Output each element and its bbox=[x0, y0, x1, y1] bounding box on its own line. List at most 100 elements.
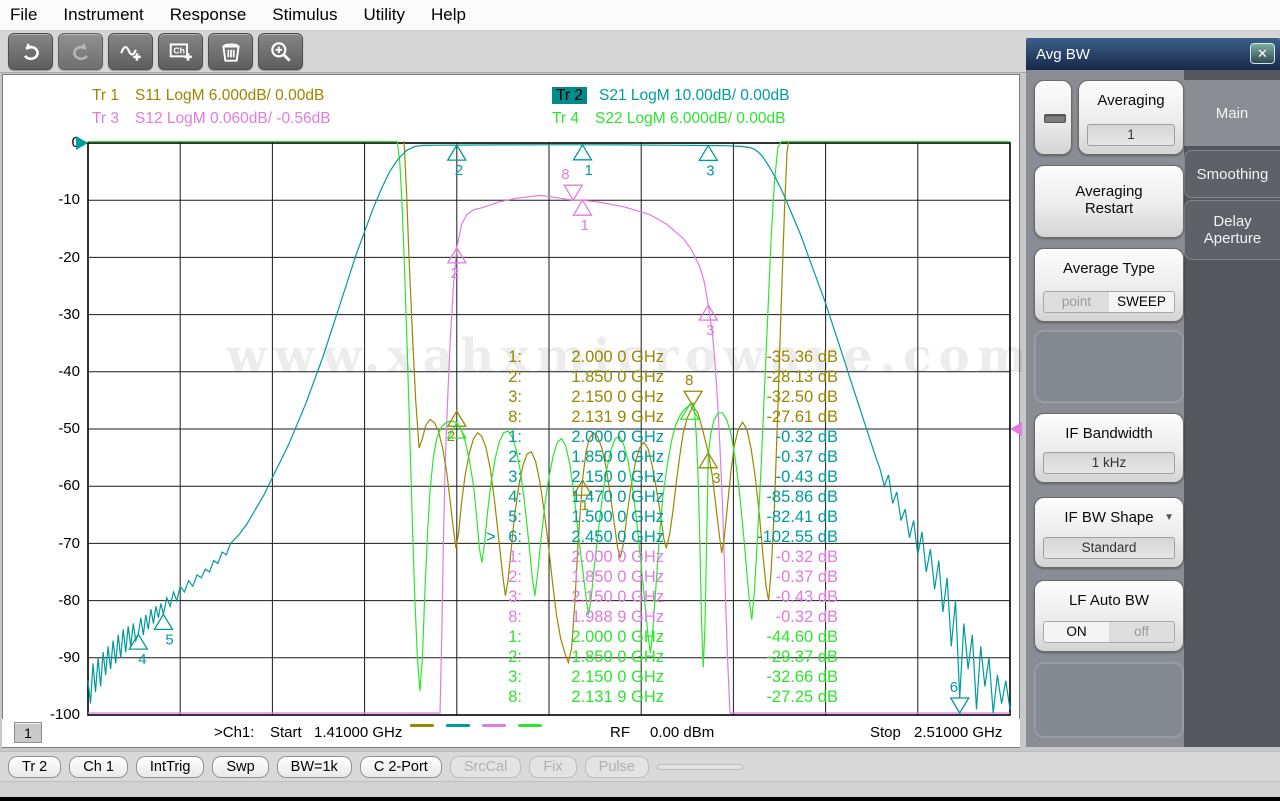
menu-help[interactable]: Help bbox=[431, 5, 466, 25]
lf-auto-bw-on-option[interactable]: ON bbox=[1044, 622, 1109, 642]
tab-smoothing[interactable]: Smoothing bbox=[1184, 150, 1280, 198]
y-axis-tick: -70 bbox=[36, 535, 80, 552]
zoom-icon bbox=[268, 39, 294, 65]
add-channel-icon: Ch bbox=[168, 39, 194, 65]
redo-icon bbox=[68, 39, 94, 65]
menu-stimulus[interactable]: Stimulus bbox=[272, 5, 337, 25]
y-axis-tick: -50 bbox=[36, 420, 80, 437]
stop-value[interactable]: 2.51000 GHz bbox=[914, 724, 1002, 741]
if-bw-shape-value[interactable]: Standard bbox=[1043, 537, 1175, 559]
trace3-reference-indicator-icon[interactable] bbox=[1010, 422, 1022, 436]
trace2-active-badge: Tr 2 bbox=[552, 87, 587, 104]
channel-bar: 1 >Ch1: Start 1.41000 GHz RF 0.00 dBm St… bbox=[2, 719, 1020, 747]
panel-tab-column: Main Smoothing Delay Aperture bbox=[1184, 70, 1280, 747]
delete-button[interactable] bbox=[208, 33, 253, 70]
status-trigger[interactable]: IntTrig bbox=[136, 756, 205, 778]
status-pulse: Pulse bbox=[585, 756, 649, 778]
status-sweep[interactable]: Swp bbox=[212, 756, 268, 778]
channel-number-button[interactable]: 1 bbox=[14, 722, 42, 743]
y-axis-tick: -40 bbox=[36, 363, 80, 380]
averaging-toggle-button[interactable] bbox=[1034, 80, 1072, 155]
add-channel-button[interactable]: Ch bbox=[158, 33, 203, 70]
if-bandwidth-label: IF Bandwidth bbox=[1035, 414, 1183, 442]
bottom-edge bbox=[0, 797, 1280, 801]
trace3-label: Tr 3 bbox=[92, 110, 119, 127]
trace4-header[interactable]: Tr 4 S22 LogM 6.000dB/ 0.00dB bbox=[552, 110, 785, 128]
lf-auto-bw-off-option[interactable]: off bbox=[1109, 622, 1174, 642]
trace1-color-swatch bbox=[410, 724, 434, 727]
add-trace-button[interactable] bbox=[108, 33, 153, 70]
trace1-label: Tr 1 bbox=[92, 87, 119, 104]
averaging-restart-button[interactable]: Averaging Restart bbox=[1034, 165, 1184, 238]
channel-prefix: >Ch1: bbox=[214, 724, 254, 741]
vna-application-window: File Instrument Response Stimulus Utilit… bbox=[0, 0, 1280, 801]
plot-area bbox=[2, 74, 1020, 748]
trace2-header[interactable]: Tr 2 S21 LogM 10.00dB/ 0.00dB bbox=[552, 87, 789, 105]
averaging-restart-label: Averaging Restart bbox=[1059, 166, 1159, 217]
toggle-slot-icon bbox=[1044, 114, 1066, 123]
blank-button-2 bbox=[1034, 662, 1184, 738]
rf-value[interactable]: 0.00 dBm bbox=[650, 724, 714, 741]
start-value[interactable]: 1.41000 GHz bbox=[314, 724, 402, 741]
averaging-value[interactable]: 1 bbox=[1087, 124, 1175, 146]
undo-icon bbox=[18, 39, 44, 65]
y-axis-tick: 0 bbox=[36, 134, 80, 151]
panel-close-button[interactable]: ✕ bbox=[1250, 43, 1275, 64]
if-bandwidth-value[interactable]: 1 kHz bbox=[1043, 452, 1175, 474]
trace4-detail: S22 LogM 6.000dB/ 0.00dB bbox=[595, 110, 785, 127]
menu-instrument[interactable]: Instrument bbox=[63, 5, 143, 25]
menu-utility[interactable]: Utility bbox=[363, 5, 405, 25]
rf-label: RF bbox=[610, 724, 630, 741]
svg-text:Ch: Ch bbox=[173, 45, 185, 55]
trace2-reference-indicator-icon[interactable] bbox=[76, 136, 88, 150]
blank-button-1 bbox=[1034, 330, 1184, 403]
lf-auto-bw-button[interactable]: LF Auto BW ON off bbox=[1034, 580, 1184, 652]
y-axis-tick: -10 bbox=[36, 191, 80, 208]
trace2-color-swatch bbox=[446, 724, 470, 727]
average-type-point-option[interactable]: point bbox=[1044, 292, 1109, 312]
status-srccal: SrcCal bbox=[450, 756, 522, 778]
if-bandwidth-button[interactable]: IF Bandwidth 1 kHz bbox=[1034, 413, 1184, 483]
status-active-channel[interactable]: Ch 1 bbox=[69, 756, 128, 778]
trace2-detail: S21 LogM 10.00dB/ 0.00dB bbox=[599, 87, 789, 104]
close-icon: ✕ bbox=[1257, 46, 1268, 61]
menu-response[interactable]: Response bbox=[170, 5, 247, 25]
if-bw-shape-button[interactable]: IF BW Shape ▼ Standard bbox=[1034, 497, 1184, 568]
trace1-header[interactable]: Tr 1 S11 LogM 6.000dB/ 0.00dB bbox=[92, 87, 324, 105]
status-active-trace[interactable]: Tr 2 bbox=[8, 756, 61, 778]
status-bar: Tr 2 Ch 1 IntTrig Swp BW=1k C 2-Port Src… bbox=[0, 751, 1280, 781]
average-type-label: Average Type bbox=[1035, 249, 1183, 277]
averaging-label: Averaging bbox=[1079, 81, 1183, 109]
undo-button[interactable] bbox=[8, 33, 53, 70]
lf-auto-bw-label: LF Auto BW bbox=[1035, 581, 1183, 609]
stop-label: Stop bbox=[870, 724, 901, 741]
trace3-color-swatch bbox=[482, 724, 506, 727]
average-type-button[interactable]: Average Type point SWEEP bbox=[1034, 248, 1184, 322]
status-calibration[interactable]: C 2-Port bbox=[360, 756, 442, 778]
trace4-color-swatch bbox=[518, 724, 542, 727]
status-empty-slot bbox=[657, 764, 743, 770]
panel-title-bar[interactable]: Avg BW ✕ bbox=[1026, 38, 1280, 70]
y-axis-tick: -60 bbox=[36, 477, 80, 494]
zoom-button[interactable] bbox=[258, 33, 303, 70]
bottom-strip bbox=[0, 781, 1280, 797]
averaging-button[interactable]: Averaging 1 bbox=[1078, 80, 1184, 155]
average-type-sweep-option[interactable]: SWEEP bbox=[1109, 292, 1174, 312]
trace3-header[interactable]: Tr 3S12 LogM 0.060dB/ -0.56dB bbox=[92, 110, 331, 128]
tab-main[interactable]: Main bbox=[1184, 80, 1280, 146]
y-axis-tick: -90 bbox=[36, 649, 80, 666]
trace1-detail: S11 LogM 6.000dB/ 0.00dB bbox=[135, 87, 324, 104]
panel-title: Avg BW bbox=[1036, 46, 1090, 63]
status-fix: Fix bbox=[529, 756, 576, 778]
if-bw-shape-label: IF BW Shape bbox=[1035, 498, 1183, 526]
chevron-down-icon: ▼ bbox=[1164, 512, 1174, 523]
tab-delay-aperture[interactable]: Delay Aperture bbox=[1184, 200, 1280, 260]
trace4-label: Tr 4 bbox=[552, 110, 579, 127]
y-axis-tick: -20 bbox=[36, 249, 80, 266]
average-type-segmented: point SWEEP bbox=[1043, 291, 1175, 313]
status-bandwidth[interactable]: BW=1k bbox=[277, 756, 352, 778]
menu-file[interactable]: File bbox=[10, 5, 37, 25]
trash-icon bbox=[218, 39, 244, 65]
redo-button bbox=[58, 33, 103, 70]
avg-bw-panel: Avg BW ✕ Main Smoothing Delay Aperture A… bbox=[1026, 38, 1280, 747]
